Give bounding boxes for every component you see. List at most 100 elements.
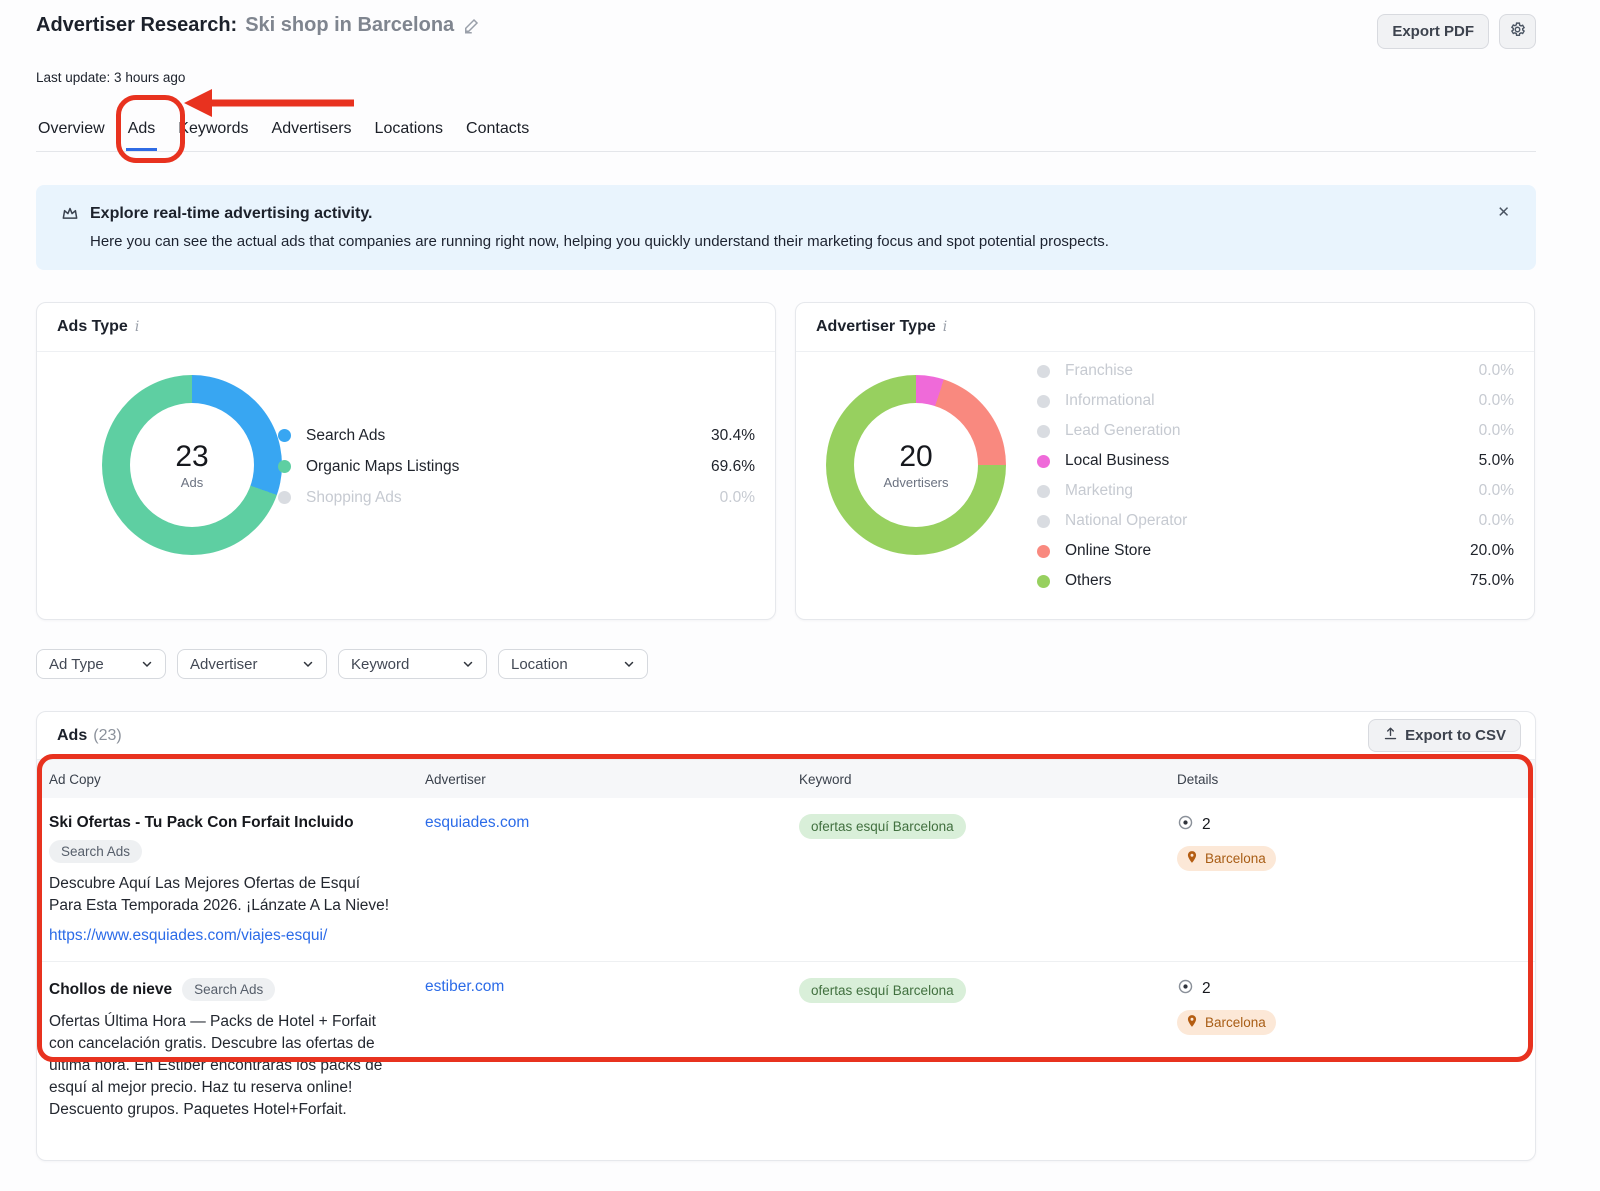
legend-item-online-store: Online Store 20.0% — [1037, 536, 1514, 566]
keyword-cell: ofertas esquí Barcelona — [799, 814, 1177, 945]
page-title-query: Ski shop in Barcelona — [245, 14, 454, 37]
col-details: Details — [1177, 772, 1535, 787]
filter-keyword[interactable]: Keyword — [338, 649, 487, 679]
last-update-text: Last update: 3 hours ago — [36, 70, 1536, 85]
legend-dot — [1037, 455, 1050, 468]
views-icon — [1177, 978, 1194, 1000]
legend-dot — [1037, 425, 1050, 438]
advertiser-type-card-title: Advertiser Type — [816, 318, 936, 336]
chevron-down-icon — [462, 658, 474, 670]
legend-dot — [1037, 515, 1050, 528]
tab-ads[interactable]: Ads — [126, 120, 158, 138]
export-pdf-button[interactable]: Export PDF — [1377, 14, 1489, 49]
ads-total-label: Ads — [181, 475, 203, 490]
advertiser-domain-link[interactable]: esquiades.com — [425, 814, 529, 831]
ads-type-card: Ads Type i 23 Ads Search Ads 30.4% — [36, 302, 776, 620]
table-column-headers: Ad Copy Advertiser Keyword Details — [37, 760, 1535, 798]
legend-item-lead-generation: Lead Generation 0.0% — [1037, 416, 1514, 446]
legend-item-others: Others 75.0% — [1037, 566, 1514, 596]
banner-body: Here you can see the actual ads that com… — [90, 233, 1512, 250]
chevron-down-icon — [302, 658, 314, 670]
upload-icon — [1383, 726, 1398, 745]
keyword-cell: ofertas esquí Barcelona — [799, 978, 1177, 1121]
advertiser-type-card: Advertiser Type i 20 Advertisers Franchi… — [795, 302, 1535, 620]
tab-keywords[interactable]: Keywords — [176, 120, 250, 138]
ads-type-card-title: Ads Type — [57, 318, 128, 336]
location-pin-icon — [1185, 850, 1199, 867]
filter-advertiser[interactable]: Advertiser — [177, 649, 327, 679]
legend-dot — [278, 460, 291, 473]
page-header: Advertiser Research: Ski shop in Barcelo… — [36, 0, 1536, 49]
ad-description: Descubre Aquí Las Mejores Ofertas de Esq… — [49, 873, 394, 917]
ads-type-donut-chart[interactable]: 23 Ads — [102, 375, 282, 555]
details-cell: 2 Barcelona — [1177, 978, 1535, 1121]
ads-type-legend: Search Ads 30.4% Organic Maps Listings 6… — [278, 420, 755, 513]
ads-table-card: Ads (23) Export to CSV Ad Copy Advertise… — [36, 711, 1536, 1161]
tab-overview[interactable]: Overview — [36, 120, 107, 138]
advertisers-total-label: Advertisers — [883, 475, 948, 490]
ad-copy-cell: Ski Ofertas - Tu Pack Con Forfait Inclui… — [49, 814, 425, 945]
info-icon[interactable]: i — [943, 319, 947, 335]
chart-cards-row: Ads Type i 23 Ads Search Ads 30.4% — [36, 302, 1536, 620]
filter-location[interactable]: Location — [498, 649, 648, 679]
advertiser-cell: estiber.com — [425, 978, 799, 1121]
export-csv-button[interactable]: Export to CSV — [1368, 719, 1521, 752]
views-count: 2 — [1202, 980, 1211, 998]
col-ad-copy: Ad Copy — [49, 772, 425, 787]
crown-icon — [60, 204, 80, 224]
edit-pencil-icon[interactable] — [462, 17, 480, 35]
ad-title: Ski Ofertas - Tu Pack Con Forfait Inclui… — [49, 814, 425, 832]
legend-item-marketing: Marketing 0.0% — [1037, 476, 1514, 506]
legend-dot — [278, 491, 291, 504]
ads-total-count: 23 — [175, 440, 208, 474]
ad-title: Chollos de nieve — [49, 981, 172, 999]
chevron-down-icon — [141, 658, 153, 670]
advertiser-cell: esquiades.com — [425, 814, 799, 945]
legend-item-shopping-ads: Shopping Ads 0.0% — [278, 482, 755, 513]
gear-icon — [1509, 21, 1526, 42]
info-icon[interactable]: i — [135, 319, 139, 335]
legend-dot — [1037, 485, 1050, 498]
filter-ad-type[interactable]: Ad Type — [36, 649, 166, 679]
filter-bar: Ad Type Advertiser Keyword Location — [36, 649, 1536, 679]
ad-display-url-link[interactable]: https://www.esquiades.com/viajes-esqui/ — [49, 927, 327, 945]
legend-dot — [1037, 395, 1050, 408]
legend-dot — [1037, 365, 1050, 378]
legend-item-search-ads: Search Ads 30.4% — [278, 420, 755, 451]
legend-item-local-business: Local Business 5.0% — [1037, 446, 1514, 476]
advertiser-type-donut-chart[interactable]: 20 Advertisers — [826, 375, 1006, 555]
info-banner: Explore real-time advertising activity. … — [36, 185, 1536, 270]
col-advertiser: Advertiser — [425, 772, 799, 787]
advertisers-total-count: 20 — [899, 440, 932, 474]
advertiser-domain-link[interactable]: estiber.com — [425, 978, 504, 995]
settings-button[interactable] — [1499, 14, 1536, 49]
location-pin-icon — [1185, 1014, 1199, 1031]
tab-locations[interactable]: Locations — [373, 120, 446, 138]
ad-type-badge: Search Ads — [49, 840, 142, 863]
advertiser-research-page: Advertiser Research: Ski shop in Barcelo… — [36, 0, 1536, 1161]
close-icon[interactable]: ✕ — [1497, 203, 1510, 221]
location-badge: Barcelona — [1177, 846, 1276, 871]
table-row: Ski Ofertas - Tu Pack Con Forfait Inclui… — [37, 798, 1535, 962]
legend-item-national-operator: National Operator 0.0% — [1037, 506, 1514, 536]
views-count: 2 — [1202, 816, 1211, 834]
banner-title: Explore real-time advertising activity. — [90, 205, 372, 223]
location-badge: Barcelona — [1177, 1010, 1276, 1035]
keyword-badge: ofertas esquí Barcelona — [799, 814, 966, 839]
ad-type-badge: Search Ads — [182, 978, 275, 1001]
ad-copy-cell: Chollos de nieve Search Ads Ofertas Últi… — [49, 978, 425, 1121]
views-icon — [1177, 814, 1194, 836]
keyword-badge: ofertas esquí Barcelona — [799, 978, 966, 1003]
ad-description: Ofertas Última Hora — Packs de Hotel + F… — [49, 1011, 401, 1121]
details-cell: 2 Barcelona — [1177, 814, 1535, 945]
page-title-prefix: Advertiser Research: — [36, 14, 237, 37]
legend-dot — [1037, 545, 1050, 558]
tab-advertisers[interactable]: Advertisers — [270, 120, 354, 138]
tab-bar: Overview Ads Keywords Advertisers Locati… — [36, 120, 1536, 152]
tab-contacts[interactable]: Contacts — [464, 120, 531, 138]
legend-item-informational: Informational 0.0% — [1037, 386, 1514, 416]
advertiser-type-legend: Franchise 0.0% Informational 0.0% Lead G… — [1037, 356, 1514, 596]
chevron-down-icon — [623, 658, 635, 670]
legend-dot — [278, 429, 291, 442]
page-title: Advertiser Research: Ski shop in Barcelo… — [36, 14, 480, 37]
